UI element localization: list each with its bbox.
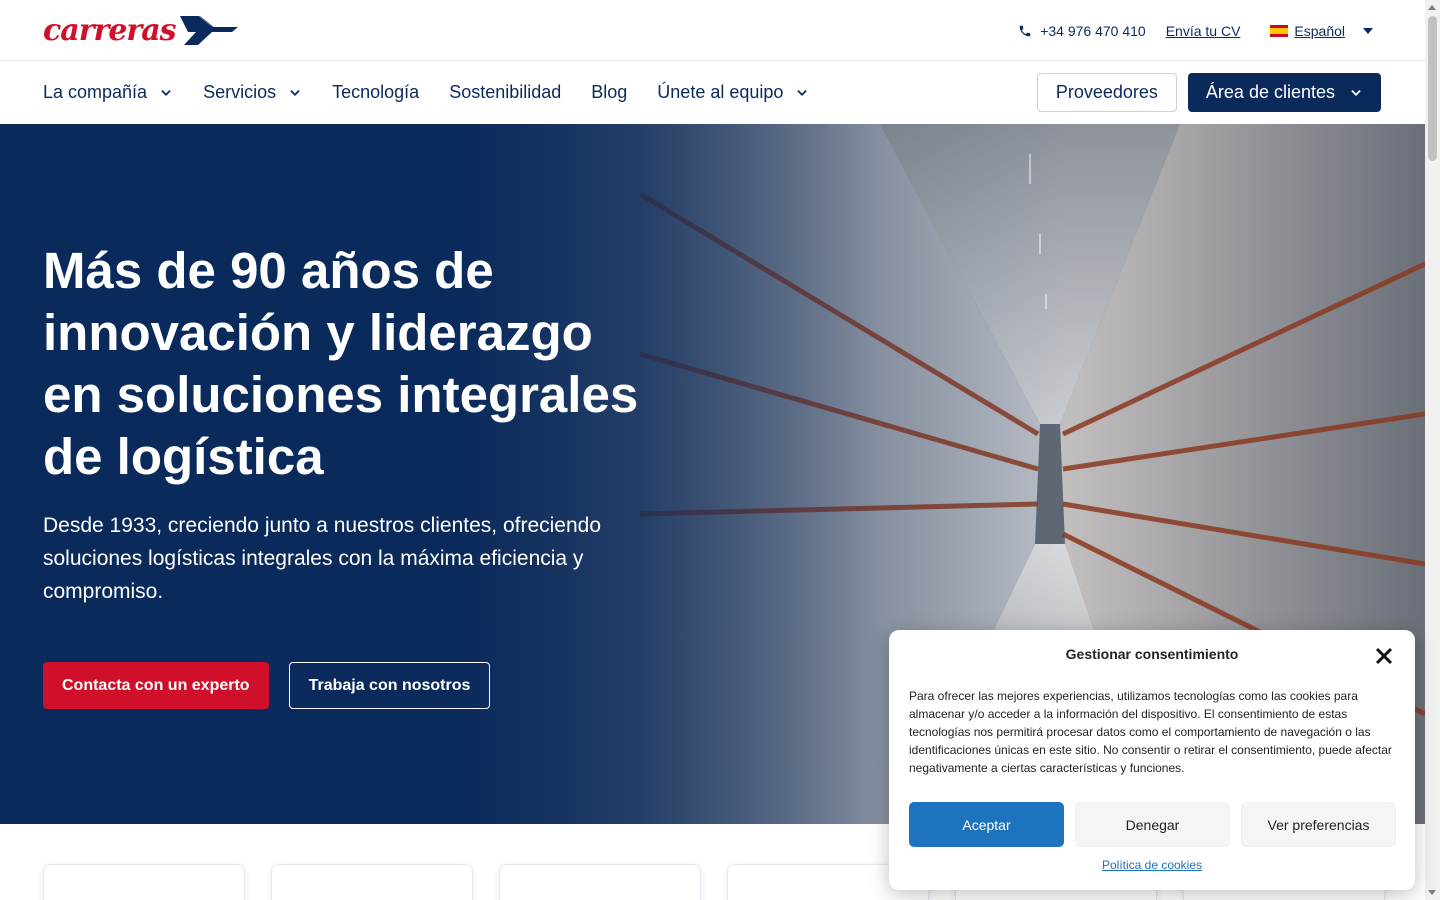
consent-actions: Aceptar Denegar Ver preferencias — [909, 802, 1396, 847]
chevron-down-icon — [161, 89, 171, 96]
nav-item-servicios[interactable]: Servicios — [203, 82, 302, 103]
chevron-down-icon — [1351, 89, 1361, 96]
nav-item-sostenibilidad[interactable]: Sostenibilidad — [449, 82, 561, 103]
nav-item-label: Blog — [591, 82, 628, 102]
close-icon[interactable] — [1375, 647, 1393, 665]
chevron-down-icon — [797, 89, 808, 96]
phone-link[interactable]: +34 976 470 410 — [1018, 23, 1146, 39]
top-utility-bar: +34 976 470 410 Envía tu CV Español — [1018, 0, 1373, 61]
nav-item-tecnologia[interactable]: Tecnología — [332, 82, 419, 103]
nav-item-label: Sostenibilidad — [449, 82, 562, 102]
nav-item-label: Servicios — [203, 82, 277, 102]
accept-button[interactable]: Aceptar — [909, 802, 1064, 847]
logo-plane-icon — [179, 16, 238, 45]
phone-number: +34 976 470 410 — [1040, 22, 1146, 39]
view-preferences-button[interactable]: Ver preferencias — [1241, 802, 1396, 847]
send-cv-link[interactable]: Envía tu CV — [1166, 23, 1241, 39]
scroll-down-arrow-icon[interactable] — [1428, 890, 1436, 895]
contact-expert-button[interactable]: Contacta con un experto — [43, 662, 269, 709]
work-with-us-button[interactable]: Trabaja con nosotros — [288, 662, 491, 709]
feature-card[interactable] — [499, 864, 701, 900]
suppliers-button[interactable]: Proveedores — [1036, 73, 1177, 112]
logo-wordmark: carreras — [43, 12, 177, 48]
consent-title: Gestionar consentimiento — [1065, 646, 1239, 662]
nav-menu: La compañía Servicios Tecnología Sosteni… — [43, 61, 809, 124]
page-scrollbar[interactable] — [1425, 0, 1440, 900]
nav-item-blog[interactable]: Blog — [591, 82, 627, 103]
nav-item-unete-al-equipo[interactable]: Únete al equipo — [657, 82, 809, 103]
language-label: Español — [1294, 22, 1345, 39]
nav-actions: Proveedores Área de clientes — [1036, 73, 1381, 112]
feature-card[interactable] — [271, 864, 473, 900]
nav-item-label: La compañía — [43, 82, 148, 102]
hero-actions: Contacta con un experto Trabaja con noso… — [43, 662, 491, 709]
nav-item-label: Tecnología — [332, 82, 420, 102]
caret-down-icon — [1363, 27, 1373, 34]
language-selector[interactable]: Español — [1270, 23, 1373, 39]
scrollbar-thumb[interactable] — [1428, 16, 1437, 161]
deny-button[interactable]: Denegar — [1075, 802, 1230, 847]
client-area-label: Área de clientes — [1205, 82, 1335, 102]
chevron-down-icon — [290, 89, 300, 96]
hero-subtitle: Desde 1933, creciendo junto a nuestros c… — [43, 514, 602, 603]
consent-description: Para ofrecer las mejores experiencias, u… — [909, 689, 1392, 775]
phone-icon — [1019, 25, 1031, 36]
spain-flag-icon — [1270, 24, 1289, 37]
client-area-button[interactable]: Área de clientes — [1187, 73, 1381, 112]
cookie-consent-dialog: Gestionar consentimiento Para ofrecer la… — [889, 630, 1415, 890]
main-navigation: La compañía Servicios Tecnología Sosteni… — [0, 61, 1425, 124]
feature-card[interactable] — [43, 864, 245, 900]
cookie-policy-link[interactable]: Política de cookies — [889, 858, 1415, 872]
carreras-logo[interactable]: carreras — [43, 12, 240, 48]
hero-title: Más de 90 años de innovación y liderazgo… — [43, 242, 639, 485]
top-bar: carreras +34 976 470 410 Envía tu CV Esp… — [0, 0, 1425, 61]
scroll-up-arrow-icon[interactable] — [1428, 5, 1436, 10]
nav-item-label: Únete al equipo — [657, 82, 784, 102]
nav-item-la-compania[interactable]: La compañía — [43, 82, 173, 103]
